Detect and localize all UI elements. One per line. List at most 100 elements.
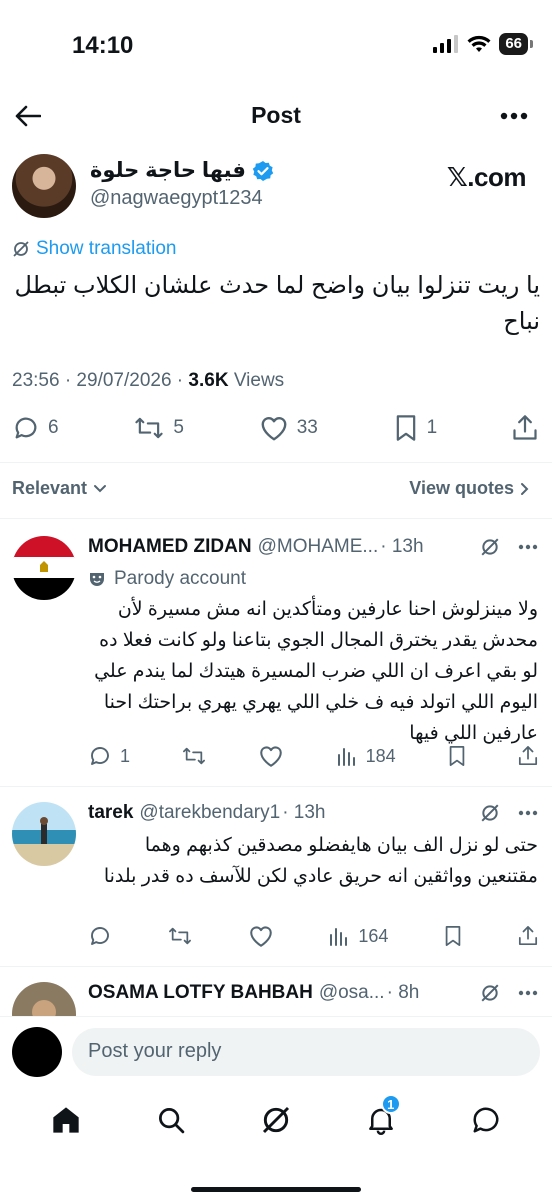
reply-button[interactable]: 6	[12, 414, 59, 442]
share-icon	[518, 926, 537, 946]
reply-button[interactable]	[88, 924, 112, 948]
like-count: 33	[296, 417, 318, 438]
reply-author-name[interactable]: MOHAMED ZIDAN	[88, 536, 252, 558]
author-name: فيها حاجة حلوة	[90, 159, 246, 182]
reply-author-name[interactable]: OSAMA LOTFY BAHBAH	[88, 982, 313, 1004]
share-button[interactable]	[518, 745, 538, 767]
notifications-badge: 1	[380, 1094, 401, 1114]
grok-icon[interactable]	[480, 983, 500, 1003]
repost-button[interactable]: 5	[133, 414, 184, 442]
show-translation-label: Show translation	[36, 238, 177, 259]
more-dots-icon[interactable]	[518, 990, 538, 996]
reply-item[interactable]: MOHAMED ZIDAN @MOHAME... · 13h Parody ac…	[0, 520, 552, 786]
views-label: Views	[228, 370, 285, 391]
page-title: Post	[251, 102, 301, 128]
reply-input[interactable]: Post your reply	[72, 1028, 540, 1076]
chevron-right-icon	[521, 482, 529, 495]
view-quotes-link[interactable]: View quotes	[409, 478, 530, 499]
author-avatar[interactable]	[12, 154, 76, 218]
current-user-avatar[interactable]	[12, 1027, 62, 1077]
bookmark-button[interactable]	[443, 925, 463, 947]
author-name-row[interactable]: فيها حاجة حلوة	[90, 158, 274, 183]
source-label: 𝕏.com	[446, 162, 527, 192]
nav-search[interactable]	[151, 1100, 191, 1140]
divider	[0, 462, 552, 463]
heart-icon	[260, 746, 283, 767]
bookmark-icon	[449, 745, 465, 767]
reply-author-handle[interactable]: @tarekbendary1	[139, 802, 280, 824]
messages-icon	[473, 1107, 499, 1133]
post-text: يا ريت تنزلوا بيان واضح لما حدث علشان ال…	[14, 272, 540, 335]
share-button[interactable]	[518, 925, 538, 947]
post-meta: 23:56 · 29/07/2026 · 3.6K Views	[12, 370, 284, 392]
status-icons: 66	[433, 33, 533, 55]
reply-actions: 1 184	[88, 744, 538, 768]
egypt-flag-avatar	[12, 536, 76, 600]
post-timestamp[interactable]: 23:56 · 29/07/2026 ·	[12, 370, 188, 391]
reply-count: 6	[48, 417, 59, 438]
reply-actions: 164	[88, 924, 538, 948]
parody-badge: Parody account	[88, 568, 246, 590]
grok-icon	[13, 241, 29, 257]
reply-icon	[91, 927, 109, 945]
reply-icon	[91, 747, 109, 765]
bookmark-button[interactable]: 1	[393, 414, 438, 442]
more-options-button[interactable]	[496, 98, 532, 134]
views-count: 164	[358, 925, 389, 946]
nav-messages[interactable]	[466, 1100, 506, 1140]
reply-count: 1	[120, 745, 131, 766]
reply-author-handle[interactable]: @osa...	[319, 982, 385, 1004]
show-translation-link[interactable]: Show translation	[12, 238, 176, 260]
like-button[interactable]	[248, 924, 274, 948]
nav-grok[interactable]	[256, 1100, 296, 1140]
repost-icon	[168, 927, 191, 945]
status-time: 14:10	[72, 32, 134, 59]
view-quotes-label: View quotes	[409, 478, 514, 498]
nav-notifications[interactable]: 1	[361, 1094, 401, 1140]
more-dots-icon	[500, 112, 528, 120]
reply-time: · 13h	[282, 802, 326, 823]
bookmark-count: 1	[426, 417, 438, 438]
reply-composer: Post your reply	[0, 1016, 552, 1088]
reply-author-name[interactable]: tarek	[88, 802, 133, 824]
reply-header: tarek @tarekbendary1 · 13h	[88, 802, 538, 824]
relevant-label: Relevant	[12, 478, 88, 498]
relevant-sort-button[interactable]: Relevant	[12, 478, 107, 499]
reply-avatar[interactable]	[12, 802, 76, 866]
reply-item[interactable]: tarek @tarekbendary1 · 13h حتى لو نزل ال…	[0, 786, 552, 966]
divider	[0, 518, 552, 519]
like-button[interactable]: 33	[259, 414, 318, 442]
views-button[interactable]: 164	[328, 925, 388, 947]
signal-icon	[433, 35, 459, 53]
author-handle: @nagwaegypt1234	[90, 187, 263, 209]
views-count: 184	[365, 745, 396, 766]
views-button[interactable]: 184	[336, 745, 396, 767]
bookmark-button[interactable]	[447, 745, 467, 767]
wifi-icon	[467, 35, 491, 52]
more-dots-icon[interactable]	[518, 544, 538, 550]
reply-author-handle[interactable]: @MOHAME...	[258, 536, 379, 558]
views-chart-icon	[337, 748, 355, 766]
reply-button[interactable]: 1	[88, 744, 130, 768]
grok-icon[interactable]	[480, 537, 500, 557]
repost-button[interactable]	[167, 925, 193, 947]
share-button[interactable]	[512, 414, 538, 442]
home-indicator	[191, 1187, 361, 1192]
views-chart-icon	[330, 928, 348, 946]
grok-icon[interactable]	[480, 803, 500, 823]
person-photo-avatar	[12, 982, 76, 1016]
sort-row: Relevant View quotes	[12, 478, 530, 499]
like-button[interactable]	[258, 744, 284, 768]
home-icon	[53, 1107, 80, 1133]
reply-text: حتى لو نزل الف بيان هايفضلو مصدقين كذبهم…	[103, 835, 538, 887]
reply-avatar[interactable]	[12, 982, 76, 1016]
battery-indicator: 66	[499, 33, 533, 55]
repost-icon	[183, 747, 206, 765]
repost-button[interactable]	[181, 745, 207, 767]
share-icon	[513, 415, 537, 440]
reply-item[interactable]: OSAMA LOTFY BAHBAH @osa... · 8h	[0, 966, 552, 1016]
reply-avatar[interactable]	[12, 536, 76, 600]
more-dots-icon[interactable]	[518, 810, 538, 816]
nav-home[interactable]	[46, 1100, 86, 1140]
chevron-down-icon	[94, 484, 107, 492]
